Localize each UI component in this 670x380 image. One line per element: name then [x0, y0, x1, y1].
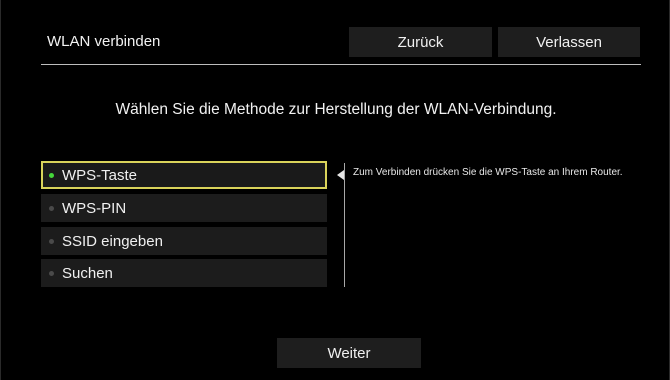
- next-button[interactable]: Weiter: [277, 338, 421, 368]
- pointer-arrow-icon: [337, 170, 344, 180]
- indicator-dot: [49, 205, 54, 211]
- option-label: SSID eingeben: [62, 232, 163, 250]
- page-title: WLAN verbinden: [47, 33, 161, 50]
- option-label: Suchen: [62, 264, 113, 282]
- option-enter-ssid[interactable]: SSID eingeben: [41, 227, 327, 255]
- option-label: WPS-Taste: [62, 166, 138, 184]
- back-button[interactable]: Zurück: [349, 27, 492, 57]
- option-search[interactable]: Suchen: [41, 259, 327, 287]
- selected-indicator-dot: [49, 172, 54, 178]
- method-prompt: Wählen Sie die Methode zur Herstellung d…: [115, 101, 557, 118]
- wlan-connect-screen: WLAN verbinden Zurück Verlassen Wählen S…: [0, 0, 670, 380]
- help-text: Zum Verbinden drücken Sie die WPS-Taste …: [353, 167, 623, 178]
- option-wps-pin[interactable]: WPS-PIN: [41, 194, 327, 222]
- indicator-dot: [49, 238, 54, 244]
- option-label: WPS-PIN: [62, 199, 127, 217]
- indicator-dot: [49, 270, 54, 276]
- exit-button[interactable]: Verlassen: [498, 27, 640, 57]
- header-divider: [41, 64, 641, 65]
- help-divider: [344, 163, 345, 287]
- option-wps-button[interactable]: WPS-Taste: [41, 161, 327, 189]
